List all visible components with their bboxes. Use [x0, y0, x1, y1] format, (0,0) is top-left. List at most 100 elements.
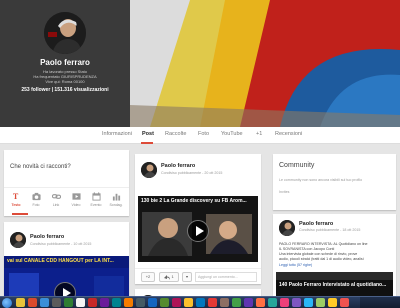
- post-author[interactable]: Paolo ferraro: [30, 234, 64, 240]
- share-button[interactable]: 1: [159, 272, 179, 282]
- app-icon[interactable]: [232, 298, 241, 307]
- app-icon[interactable]: [340, 298, 349, 307]
- share-arrow-icon: [164, 274, 171, 280]
- post-meta: Condiviso pubblicamente - 20 ott 2015: [161, 171, 223, 175]
- tab-informazioni[interactable]: Informazioni: [102, 131, 132, 137]
- community-card: Community Le community non sono ancora v…: [273, 154, 396, 210]
- profile-name: Paolo ferraro: [40, 58, 90, 67]
- text-icon: T: [12, 192, 18, 201]
- app-icon[interactable]: [88, 298, 97, 307]
- comment-input[interactable]: Aggiungi un commento...: [195, 272, 257, 282]
- tab-raccolte[interactable]: Raccolte: [165, 131, 186, 137]
- author-avatar[interactable]: [141, 162, 157, 178]
- app-icon[interactable]: [292, 298, 301, 307]
- post-card: Paolo ferraro Condiviso pubblicamente - …: [135, 154, 261, 284]
- author-avatar[interactable]: [279, 220, 295, 236]
- ie-icon[interactable]: [40, 298, 49, 307]
- profile-avatar[interactable]: [44, 12, 86, 54]
- app-icon[interactable]: [172, 298, 181, 307]
- post-text-line: PAOLO FERRARO INTERVISTA: AL Quotidiano …: [279, 242, 368, 246]
- active-tab-indicator: [141, 142, 153, 144]
- chrome-icon[interactable]: [76, 298, 85, 307]
- app-icon[interactable]: [184, 298, 193, 307]
- share-prompt-input[interactable]: Che novità ci racconti?: [10, 164, 71, 170]
- post-card: Paolo ferraro Condiviso pubblicamente - …: [273, 214, 396, 308]
- poll-icon: [112, 193, 120, 201]
- play-button[interactable]: [187, 220, 209, 242]
- video-thumbnail[interactable]: 130 bie 2 La Grande discovery su FB Arom…: [138, 196, 258, 262]
- tab-plus-one[interactable]: +1: [256, 131, 262, 137]
- post-date[interactable]: 20 ott 2015: [204, 171, 222, 175]
- video-title[interactable]: vai sul CANALE CDD HANGOUT per LA INT...: [7, 258, 114, 264]
- read-more-link[interactable]: Leggi tutto (57 righe): [279, 263, 394, 267]
- folder-icon[interactable]: [16, 298, 25, 307]
- share-action-label: Sondag.: [109, 203, 123, 207]
- app-icon[interactable]: [112, 298, 121, 307]
- post-author[interactable]: Paolo ferraro: [161, 163, 195, 169]
- event-icon: [91, 192, 101, 201]
- app-icon[interactable]: [316, 298, 325, 307]
- post-text-line: audio, piccoli stralci (tratti dal 1 di …: [279, 257, 364, 261]
- plus-one-button[interactable]: +2: [141, 272, 155, 282]
- app-icon[interactable]: [244, 298, 253, 307]
- active-share-indicator: [12, 213, 28, 215]
- video-title[interactable]: 140 Paolo Ferraro Intervistato al quotid…: [279, 282, 386, 288]
- cover-photo: [130, 0, 400, 127]
- share-action-label: Video: [71, 203, 81, 207]
- app-icon[interactable]: [220, 298, 229, 307]
- community-title: Community: [279, 162, 315, 169]
- start-button[interactable]: [2, 298, 12, 308]
- post-date[interactable]: 10 ott 2015: [73, 242, 91, 246]
- share-action-poll[interactable]: Sondag.: [106, 192, 126, 207]
- profile-stats: 253 follower | 151.316 visualizzazioni: [21, 87, 109, 93]
- profile-cover: Paolo ferraro Ha lavorato presso Stato H…: [0, 0, 400, 127]
- profile-tab-bar: Informazioni Post Raccolte Foto YouTube …: [0, 127, 400, 144]
- app-icon[interactable]: [208, 298, 217, 307]
- app-icon[interactable]: [328, 298, 337, 307]
- app-icon[interactable]: [196, 298, 205, 307]
- community-invite[interactable]: Invites: [279, 190, 289, 194]
- app-icon[interactable]: [100, 298, 109, 307]
- video-title[interactable]: 130 bie 2 La Grande discovery su FB Arom…: [141, 198, 247, 204]
- svg-text:T: T: [12, 192, 18, 201]
- author-avatar[interactable]: [10, 232, 26, 248]
- video-frame: [276, 272, 393, 280]
- browser-icon[interactable]: [28, 298, 37, 307]
- post-meta: Condiviso pubblicamente - 10 ott 2015: [30, 242, 92, 246]
- app-icon[interactable]: [64, 298, 73, 307]
- tab-post[interactable]: Post: [142, 131, 154, 137]
- share-action-label: Link: [52, 203, 60, 207]
- app-icon[interactable]: [148, 298, 157, 307]
- post-author[interactable]: Paolo ferraro: [299, 221, 333, 227]
- tab-youtube[interactable]: YouTube: [221, 131, 243, 137]
- share-action-event[interactable]: Evento: [86, 192, 106, 207]
- share-count: 1: [171, 274, 174, 279]
- tab-recensioni[interactable]: Recensioni: [275, 131, 302, 137]
- tab-foto[interactable]: Foto: [198, 131, 209, 137]
- app-icon[interactable]: [136, 298, 145, 307]
- app-icon[interactable]: [280, 298, 289, 307]
- app-icon[interactable]: [160, 298, 169, 307]
- app-icon[interactable]: [124, 298, 133, 307]
- app-icon[interactable]: [304, 298, 313, 307]
- community-text: Le community non sono ancora visibili su…: [279, 178, 363, 182]
- app-icon[interactable]: [256, 298, 265, 307]
- share-action-label: Foto: [32, 203, 40, 207]
- os-taskbar: [0, 296, 400, 308]
- more-options-button[interactable]: ▾: [182, 272, 192, 282]
- post-meta: Condiviso pubblicamente - 18 ott 2015: [299, 228, 361, 232]
- share-action-video[interactable]: Video: [66, 192, 86, 207]
- share-action-label: Testo: [11, 203, 21, 207]
- share-action-text[interactable]: T Testo: [6, 192, 26, 207]
- app-icon[interactable]: [268, 298, 277, 307]
- share-box: Che novità ci racconti? T Testo Foto Lin…: [4, 150, 129, 216]
- share-action-photo[interactable]: Foto: [26, 192, 46, 207]
- media-icon[interactable]: [52, 298, 61, 307]
- camera-icon: [31, 192, 41, 201]
- post-visibility: Condiviso pubblicamente: [161, 171, 202, 175]
- post-visibility: Condiviso pubblicamente: [299, 228, 340, 232]
- share-action-link[interactable]: Link: [46, 192, 66, 207]
- post-date[interactable]: 18 ott 2015: [342, 228, 360, 232]
- post-actions: +2 1 ▾ Aggiungi un commento...: [135, 268, 261, 284]
- profile-info-panel: Paolo ferraro Ha lavorato presso Stato H…: [0, 0, 130, 127]
